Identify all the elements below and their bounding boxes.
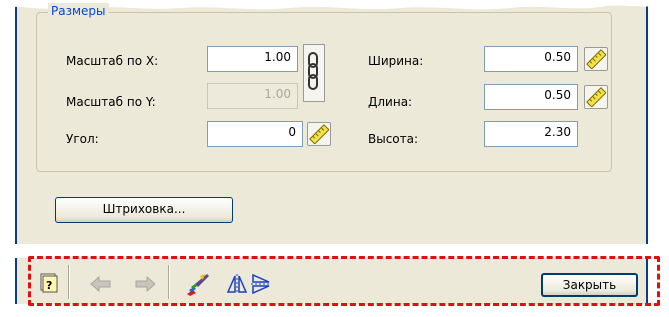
scale-y-field: 1.00: [207, 83, 298, 109]
angle-label: Угол:: [66, 132, 99, 146]
ruler-icon: [586, 87, 606, 107]
height-label: Высота:: [368, 132, 419, 146]
width-label: Ширина:: [368, 54, 424, 68]
group-title: Размеры: [48, 3, 109, 19]
length-label: Длина:: [368, 95, 413, 109]
scale-y-label: Масштаб по Y:: [66, 95, 156, 109]
length-field[interactable]: 0.50: [484, 84, 578, 110]
width-field[interactable]: 0.50: [484, 46, 578, 72]
scale-x-field[interactable]: 1.00: [207, 46, 298, 72]
ruler-icon: [586, 49, 606, 69]
highlight-frame: [28, 256, 660, 306]
height-field[interactable]: 2.30: [484, 121, 578, 147]
width-measure-button[interactable]: [584, 47, 608, 71]
angle-field[interactable]: 0: [207, 121, 303, 147]
ruler-icon: [309, 124, 329, 144]
scale-x-label: Масштаб по X:: [66, 54, 159, 68]
lock-scale-button[interactable]: [303, 44, 325, 102]
chain-link-icon: [308, 52, 318, 90]
length-measure-button[interactable]: [584, 85, 608, 109]
hatch-button[interactable]: Штриховка...: [55, 197, 233, 223]
angle-measure-button[interactable]: [307, 122, 331, 146]
